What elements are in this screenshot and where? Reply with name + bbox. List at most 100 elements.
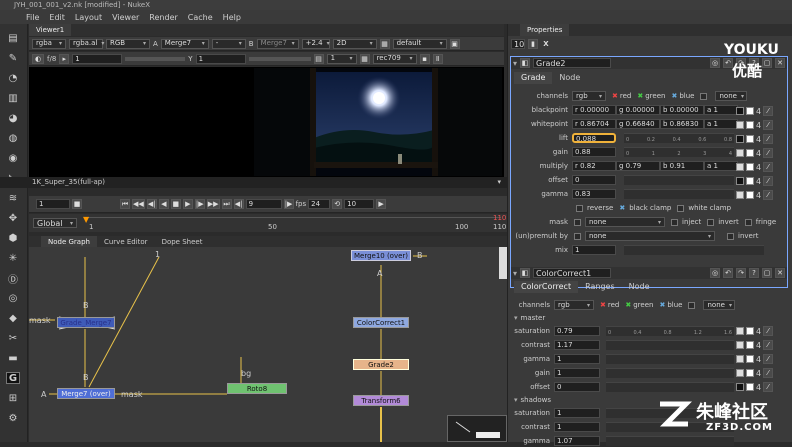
lock-panels-icon[interactable]: ▮ [528, 39, 538, 49]
grade2-center-icon[interactable]: ◎ [710, 58, 720, 68]
gain-field[interactable]: 0.88 [572, 147, 616, 157]
clear-panels-icon[interactable]: X [541, 39, 551, 49]
prev-keyframe-button[interactable]: ◀◀ [132, 199, 145, 209]
cc-gamma-swatch[interactable] [736, 355, 744, 363]
blackpoint-picker-icon[interactable] [746, 107, 754, 115]
menu-file[interactable]: File [26, 13, 39, 22]
node-colorcorrect1[interactable]: ColorCorrect1 [353, 317, 409, 328]
grade-red-check[interactable]: ✖ [612, 92, 618, 100]
offset-picker-icon[interactable] [746, 177, 754, 185]
format-dropdown-icon[interactable]: ▾ [497, 177, 501, 188]
cc-gamma-field[interactable]: 1 [554, 354, 600, 364]
color-icon[interactable]: ◕ [6, 112, 20, 124]
tab-grade-node[interactable]: Node [552, 72, 587, 84]
cc1-name-field[interactable]: ColorCorrect1 [533, 268, 612, 278]
mix-slider[interactable] [624, 245, 764, 255]
white-clamp-check[interactable] [677, 204, 685, 212]
lut-select[interactable]: default [392, 38, 447, 49]
tab-dope-sheet[interactable]: Dope Sheet [155, 236, 210, 248]
view-mode-select[interactable]: 2D [332, 38, 377, 49]
black-clamp-check[interactable]: ✖ [619, 204, 625, 212]
menu-viewer[interactable]: Viewer [112, 13, 139, 22]
gain-select[interactable]: +2.4 [301, 38, 330, 49]
mask-invert-check[interactable] [707, 218, 715, 226]
stop-button[interactable]: ■ [170, 199, 181, 209]
gamma-curve-icon[interactable]: ⁄ [763, 190, 774, 200]
blackpoint-curve-icon[interactable]: ⁄ [763, 106, 774, 116]
alpha-select[interactable]: rgba.al [69, 38, 103, 49]
cc-alpha-check[interactable] [688, 301, 696, 309]
cc1-close-icon[interactable]: ✕ [775, 268, 785, 278]
cc-channels-select[interactable]: rgb [554, 300, 594, 310]
draw-icon[interactable]: ✎ [6, 52, 20, 64]
step-field[interactable]: 9 [245, 199, 282, 209]
other-icon[interactable]: ▬ [6, 352, 20, 364]
blackpoint-g-field[interactable]: g 0.00000 [616, 105, 660, 115]
multiply-r-field[interactable]: r 0.82 [572, 161, 616, 171]
grade2-node-icon[interactable]: ◧ [520, 58, 531, 68]
render-region-icon[interactable]: ▦ [359, 53, 370, 64]
grade2-name-field[interactable]: Grade2 [533, 58, 612, 68]
cc1-redo-icon[interactable]: ↷ [736, 268, 746, 278]
node-grade2[interactable]: Grade2 [353, 359, 409, 370]
cc1-center-icon[interactable]: ◎ [710, 268, 720, 278]
multiply-g-field[interactable]: g 0.79 [616, 161, 660, 171]
multiply-a-field[interactable]: a 1 [704, 161, 738, 171]
offset-slider[interactable] [624, 175, 734, 185]
offset-field[interactable]: 0 [572, 175, 616, 185]
menu-cache[interactable]: Cache [188, 13, 213, 22]
keyer-icon[interactable]: ◉ [6, 152, 20, 164]
gain-swatch[interactable] [736, 149, 744, 157]
cc-gain-swatch[interactable] [736, 369, 744, 377]
image-icon[interactable]: ▤ [6, 32, 20, 44]
metadata-icon[interactable]: ◆ [6, 312, 20, 324]
deep-icon[interactable]: Ⓓ [6, 272, 20, 286]
menu-edit[interactable]: Edit [49, 13, 65, 22]
menu-render[interactable]: Render [149, 13, 177, 22]
transform-icon[interactable]: ✥ [6, 212, 20, 224]
cc1-node-icon[interactable]: ◧ [520, 268, 531, 278]
play-backward-button[interactable]: ◀ [158, 199, 169, 209]
tab-curve-editor[interactable]: Curve Editor [97, 236, 155, 248]
step-back-button[interactable]: ◀| [233, 199, 244, 209]
frame-field[interactable]: 1 [36, 199, 70, 209]
node-transform6[interactable]: Transform6 [353, 395, 409, 406]
inject-check[interactable] [671, 218, 678, 226]
unpremult-select[interactable]: none [585, 231, 715, 241]
3d-icon[interactable]: ⬢ [6, 232, 20, 244]
gain-picker-icon[interactable] [746, 149, 754, 157]
cc-saturation-swatch[interactable] [736, 327, 744, 335]
roi-button[interactable]: ▣ [449, 38, 460, 49]
next-frame-button[interactable]: |▶ [194, 199, 205, 209]
tab-node-graph[interactable]: Node Graph [41, 235, 97, 248]
gamma-swatch[interactable] [736, 191, 744, 199]
fps-field[interactable]: 24 [308, 199, 331, 209]
cc-blue-check[interactable]: ✖ [659, 301, 665, 309]
grade2-collapse-icon[interactable]: ▾ [513, 59, 517, 68]
step-forward-button[interactable]: |▶ [283, 199, 294, 209]
max-panels-field[interactable]: 10 [511, 39, 525, 49]
blackpoint-r-field[interactable]: r 0.00000 [572, 105, 616, 115]
tab-ranges[interactable]: Ranges [578, 281, 622, 293]
channels-select[interactable]: rgba [32, 38, 66, 49]
mask-select[interactable]: none [585, 217, 665, 227]
fstop-arrow-icon[interactable]: ▸ [59, 53, 70, 64]
exposure-slider[interactable] [125, 56, 186, 61]
menu-layout[interactable]: Layout [75, 13, 102, 22]
lock-range-icon[interactable]: ■ [72, 199, 82, 209]
timeline-range-select[interactable]: Global [33, 218, 77, 228]
mask-check[interactable] [574, 218, 581, 226]
blackpoint-swatch[interactable] [736, 107, 744, 115]
shadows-collapse-icon[interactable]: ▾ [514, 396, 518, 404]
tab-properties[interactable]: Properties [520, 24, 570, 36]
layers-icon[interactable]: ≋ [6, 192, 20, 204]
channel-icon[interactable]: ▥ [6, 92, 20, 104]
cc1-collapse-icon[interactable]: ▾ [513, 269, 517, 278]
cc1-help-icon[interactable]: ? [749, 268, 759, 278]
toolsets-icon[interactable]: ✂ [6, 332, 20, 344]
time-icon[interactable]: ◔ [6, 72, 20, 84]
offset-curve-icon[interactable]: ⁄ [763, 176, 774, 186]
grade-alpha-check[interactable] [700, 92, 708, 100]
multiply-b-field[interactable]: b 0.91 [660, 161, 704, 171]
cc-alpha-select[interactable]: none [703, 300, 736, 310]
